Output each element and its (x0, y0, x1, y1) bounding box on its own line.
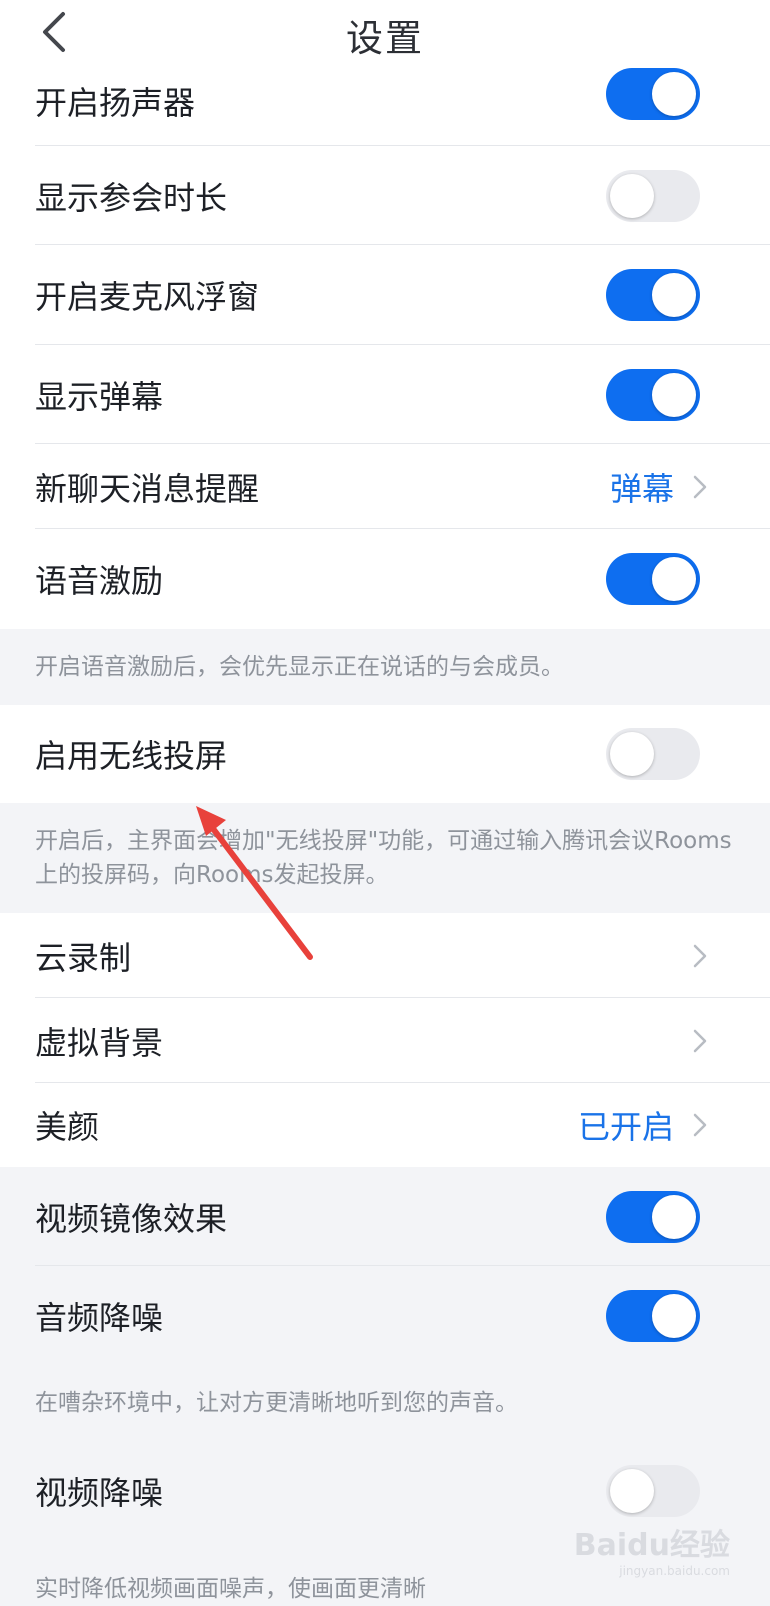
toggle-knob (652, 273, 696, 317)
duration-toggle[interactable] (606, 169, 700, 222)
setting-row-voice-excite: 语音激励 (0, 529, 770, 629)
setting-row-audio-denoise: 音频降噪 (0, 1266, 770, 1366)
toggle-knob (610, 173, 654, 218)
toggle-knob (652, 1194, 696, 1239)
page-title: 设置 (346, 17, 424, 60)
setting-row-danmu: 显示弹幕 (0, 345, 770, 444)
voice-excite-note: 开启语音激励后，会优先显示正在说话的与会成员。 (0, 629, 770, 705)
toggle-knob (652, 372, 696, 417)
chevron-right-icon (693, 1113, 707, 1137)
audio-denoise-note: 在嘈杂环境中，让对方更清晰地听到您的声音。 (0, 1366, 770, 1440)
setting-label: 显示弹幕 (35, 377, 164, 416)
setting-row-mirror: 视频镜像效果 (0, 1167, 770, 1266)
watermark-url: jingyan.baidu.com (619, 1564, 730, 1578)
speaker-toggle[interactable] (606, 68, 700, 120)
setting-label: 视频降噪 (35, 1474, 164, 1512)
setting-label: 视频镜像效果 (35, 1199, 228, 1238)
setting-row-wireless: 启用无线投屏 (0, 705, 770, 803)
setting-value: 已开启 (577, 1108, 674, 1146)
setting-row-speaker: 开启扬声器 (0, 68, 770, 146)
setting-row-cloud-rec[interactable]: 云录制 (0, 913, 770, 998)
chevron-right-icon (693, 475, 707, 498)
setting-label: 启用无线投屏 (35, 737, 228, 775)
toggle-knob (610, 1469, 654, 1513)
video-denoise-toggle[interactable] (606, 1465, 700, 1517)
toggle-knob (610, 732, 654, 776)
chevron-right-icon (693, 1029, 707, 1052)
setting-label: 美颜 (35, 1108, 100, 1146)
setting-label: 语音激励 (35, 562, 164, 600)
setting-label: 云录制 (35, 938, 132, 977)
setting-label: 虚拟背景 (35, 1023, 164, 1062)
setting-row-beauty[interactable]: 美颜 已开启 (0, 1083, 770, 1167)
setting-row-mic-float: 开启麦克风浮窗 (0, 245, 770, 345)
setting-label: 开启麦克风浮窗 (35, 278, 260, 316)
toggle-knob (652, 1294, 696, 1338)
watermark-brand: Baidu经验 (573, 1528, 730, 1563)
nav-bar: 设置 (0, 0, 770, 71)
toggle-knob (652, 72, 696, 116)
setting-row-duration: 显示参会时长 (0, 146, 770, 245)
setting-row-new-msg[interactable]: 新聊天消息提醒 弹幕 (0, 444, 770, 529)
audio-denoise-toggle[interactable] (606, 1290, 700, 1342)
setting-label: 开启扬声器 (35, 84, 196, 122)
baidu-watermark: Baidu经验 jingyan.baidu.com (574, 1520, 730, 1578)
danmu-toggle[interactable] (606, 368, 700, 421)
mic-float-toggle[interactable] (606, 269, 700, 321)
chevron-right-icon (693, 944, 707, 967)
setting-label: 音频降噪 (35, 1299, 164, 1337)
setting-row-virtual-bg[interactable]: 虚拟背景 (0, 998, 770, 1083)
setting-label: 显示参会时长 (35, 178, 228, 217)
voice-excite-toggle[interactable] (606, 553, 700, 605)
setting-label: 新聊天消息提醒 (35, 469, 260, 508)
mirror-toggle[interactable] (606, 1190, 700, 1243)
wireless-toggle[interactable] (606, 728, 700, 780)
settings-list: 开启扬声器 显示参会时长 开启麦克风浮窗 显示弹幕 新聊天消息提醒 弹幕 语音激… (0, 68, 770, 1606)
setting-value: 弹幕 (609, 469, 674, 508)
wireless-note: 开启后，主界面会增加"无线投屏"功能，可通过输入腾讯会议Rooms上的投屏码，向… (0, 803, 770, 913)
toggle-knob (652, 557, 696, 601)
